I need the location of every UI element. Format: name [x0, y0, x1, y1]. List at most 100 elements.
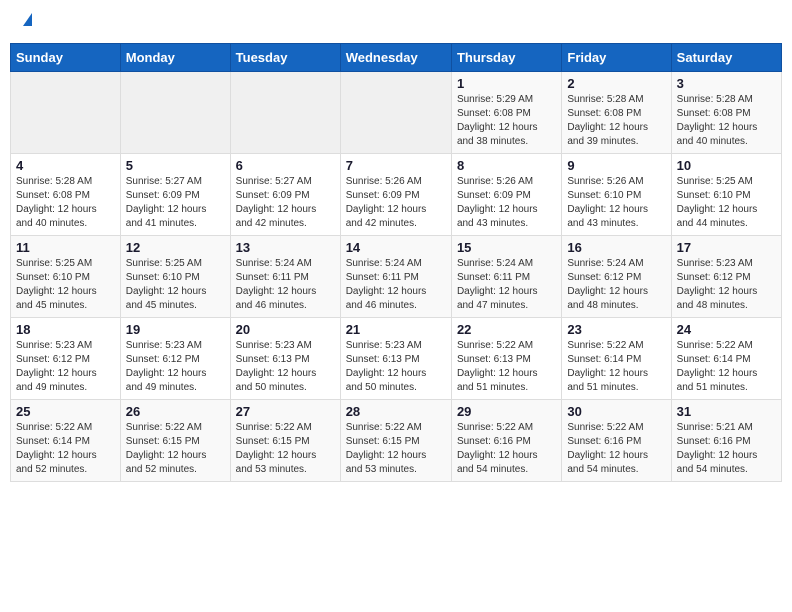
calendar-cell: 28 Sunrise: 5:22 AM Sunset: 6:15 PM Dayli…	[340, 400, 451, 482]
calendar-cell: 22 Sunrise: 5:22 AM Sunset: 6:13 PM Dayli…	[451, 318, 561, 400]
day-info: Sunrise: 5:24 AM Sunset: 6:11 PM Dayligh…	[457, 257, 556, 313]
calendar-week-row: 1 Sunrise: 5:29 AM Sunset: 6:08 PM Daylig…	[11, 72, 782, 154]
calendar-cell: 19 Sunrise: 5:23 AM Sunset: 6:12 PM Dayli…	[120, 318, 230, 400]
calendar-header-row: SundayMondayTuesdayWednesdayThursdayFrid…	[11, 44, 782, 72]
day-number: 19	[126, 322, 225, 337]
calendar-cell: 7Sunrise: 5:26 AM Sunset: 6:09 PM Daylig…	[340, 154, 451, 236]
day-info: Sunrise: 5:24 AM Sunset: 6:11 PM Dayligh…	[346, 257, 446, 313]
calendar-cell: 29Sunrise: 5:22 AM Sunset: 6:16 PM Dayli…	[451, 400, 561, 482]
logo	[20, 15, 32, 28]
weekday-header-wednesday: Wednesday	[340, 44, 451, 72]
calendar-cell: 18Sunrise: 5:23 AM Sunset: 6:12 PM Dayli…	[11, 318, 121, 400]
day-number: 11	[16, 240, 115, 255]
day-number: 31	[677, 404, 776, 419]
day-number: 24	[677, 322, 776, 337]
day-number: 12	[126, 240, 225, 255]
day-info: Sunrise: 5:22 AM Sunset: 6:15 PM Dayligh…	[346, 421, 446, 477]
day-info: Sunrise: 5:23 AM Sunset: 6:13 PM Dayligh…	[236, 339, 335, 395]
day-number: 30	[567, 404, 665, 419]
calendar-cell: 31Sunrise: 5:21 AM Sunset: 6:16 PM Dayli…	[671, 400, 781, 482]
day-info: Sunrise: 5:27 AM Sunset: 6:09 PM Dayligh…	[126, 175, 225, 231]
day-info: Sunrise: 5:25 AM Sunset: 6:10 PM Dayligh…	[677, 175, 776, 231]
calendar-cell: 10 Sunrise: 5:25 AM Sunset: 6:10 PM Dayli…	[671, 154, 781, 236]
calendar-week-row: 4 Sunrise: 5:28 AM Sunset: 6:08 PM Daylig…	[11, 154, 782, 236]
day-info: Sunrise: 5:27 AM Sunset: 6:09 PM Dayligh…	[236, 175, 335, 231]
day-info: Sunrise: 5:26 AM Sunset: 6:10 PM Dayligh…	[567, 175, 665, 231]
calendar-cell: 13Sunrise: 5:24 AM Sunset: 6:11 PM Dayli…	[230, 236, 340, 318]
weekday-header-thursday: Thursday	[451, 44, 561, 72]
day-info: Sunrise: 5:28 AM Sunset: 6:08 PM Dayligh…	[677, 93, 776, 149]
day-number: 18	[16, 322, 115, 337]
day-info: Sunrise: 5:25 AM Sunset: 6:10 PM Dayligh…	[126, 257, 225, 313]
day-number: 10	[677, 158, 776, 173]
calendar-cell: 27 Sunrise: 5:22 AM Sunset: 6:15 PM Dayli…	[230, 400, 340, 482]
day-info: Sunrise: 5:23 AM Sunset: 6:12 PM Dayligh…	[126, 339, 225, 395]
calendar-cell	[120, 72, 230, 154]
day-info: Sunrise: 5:22 AM Sunset: 6:15 PM Dayligh…	[126, 421, 225, 477]
day-info: Sunrise: 5:22 AM Sunset: 6:14 PM Dayligh…	[16, 421, 115, 477]
day-number: 17	[677, 240, 776, 255]
day-info: Sunrise: 5:25 AM Sunset: 6:10 PM Dayligh…	[16, 257, 115, 313]
day-info: Sunrise: 5:22 AM Sunset: 6:16 PM Dayligh…	[567, 421, 665, 477]
calendar-cell: 16 Sunrise: 5:24 AM Sunset: 6:12 PM Dayli…	[562, 236, 671, 318]
calendar-week-row: 18 Sunrise: 5:23 AM Sunset: 6:12 PM Dayli…	[11, 318, 782, 400]
day-info: Sunrise: 5:24 AM Sunset: 6:11 PM Dayligh…	[236, 257, 335, 313]
day-number: 25	[16, 404, 115, 419]
calendar-cell: 20Sunrise: 5:23 AM Sunset: 6:13 PM Dayli…	[230, 318, 340, 400]
day-info: Sunrise: 5:28 AM Sunset: 6:08 PM Dayligh…	[16, 175, 115, 231]
day-number: 27	[236, 404, 335, 419]
day-number: 28	[346, 404, 446, 419]
day-number: 21	[346, 322, 446, 337]
day-info: Sunrise: 5:26 AM Sunset: 6:09 PM Dayligh…	[457, 175, 556, 231]
page-header	[10, 10, 782, 33]
day-number: 15	[457, 240, 556, 255]
day-number: 7	[346, 158, 446, 173]
calendar-cell: 11 Sunrise: 5:25 AM Sunset: 6:10 PM Dayli…	[11, 236, 121, 318]
calendar-cell: 5Sunrise: 5:27 AM Sunset: 6:09 PM Daylig…	[120, 154, 230, 236]
day-number: 1	[457, 76, 556, 91]
weekday-header-monday: Monday	[120, 44, 230, 72]
calendar-cell: 12 Sunrise: 5:25 AM Sunset: 6:10 PM Dayli…	[120, 236, 230, 318]
calendar-table: SundayMondayTuesdayWednesdayThursdayFrid…	[10, 43, 782, 482]
day-number: 29	[457, 404, 556, 419]
day-info: Sunrise: 5:24 AM Sunset: 6:12 PM Dayligh…	[567, 257, 665, 313]
day-number: 23	[567, 322, 665, 337]
calendar-cell: 4 Sunrise: 5:28 AM Sunset: 6:08 PM Daylig…	[11, 154, 121, 236]
calendar-cell: 26Sunrise: 5:22 AM Sunset: 6:15 PM Dayli…	[120, 400, 230, 482]
calendar-cell: 24 Sunrise: 5:22 AM Sunset: 6:14 PM Dayli…	[671, 318, 781, 400]
day-info: Sunrise: 5:23 AM Sunset: 6:13 PM Dayligh…	[346, 339, 446, 395]
calendar-cell: 30 Sunrise: 5:22 AM Sunset: 6:16 PM Dayli…	[562, 400, 671, 482]
calendar-cell: 8 Sunrise: 5:26 AM Sunset: 6:09 PM Daylig…	[451, 154, 561, 236]
day-info: Sunrise: 5:22 AM Sunset: 6:14 PM Dayligh…	[677, 339, 776, 395]
day-number: 9	[567, 158, 665, 173]
day-number: 2	[567, 76, 665, 91]
calendar-cell: 23 Sunrise: 5:22 AM Sunset: 6:14 PM Dayli…	[562, 318, 671, 400]
calendar-cell: 9 Sunrise: 5:26 AM Sunset: 6:10 PM Daylig…	[562, 154, 671, 236]
day-number: 3	[677, 76, 776, 91]
day-number: 14	[346, 240, 446, 255]
calendar-cell: 15 Sunrise: 5:24 AM Sunset: 6:11 PM Dayli…	[451, 236, 561, 318]
calendar-cell: 14 Sunrise: 5:24 AM Sunset: 6:11 PM Dayli…	[340, 236, 451, 318]
calendar-cell: 3 Sunrise: 5:28 AM Sunset: 6:08 PM Daylig…	[671, 72, 781, 154]
day-info: Sunrise: 5:29 AM Sunset: 6:08 PM Dayligh…	[457, 93, 556, 149]
day-info: Sunrise: 5:22 AM Sunset: 6:15 PM Dayligh…	[236, 421, 335, 477]
day-info: Sunrise: 5:22 AM Sunset: 6:14 PM Dayligh…	[567, 339, 665, 395]
calendar-cell: 1 Sunrise: 5:29 AM Sunset: 6:08 PM Daylig…	[451, 72, 561, 154]
weekday-header-saturday: Saturday	[671, 44, 781, 72]
weekday-header-friday: Friday	[562, 44, 671, 72]
day-info: Sunrise: 5:23 AM Sunset: 6:12 PM Dayligh…	[677, 257, 776, 313]
calendar-cell: 25 Sunrise: 5:22 AM Sunset: 6:14 PM Dayli…	[11, 400, 121, 482]
day-info: Sunrise: 5:22 AM Sunset: 6:13 PM Dayligh…	[457, 339, 556, 395]
calendar-cell	[230, 72, 340, 154]
day-number: 22	[457, 322, 556, 337]
calendar-cell: 6 Sunrise: 5:27 AM Sunset: 6:09 PM Daylig…	[230, 154, 340, 236]
weekday-header-sunday: Sunday	[11, 44, 121, 72]
logo-triangle-icon	[23, 13, 32, 26]
calendar-cell: 21 Sunrise: 5:23 AM Sunset: 6:13 PM Dayli…	[340, 318, 451, 400]
day-number: 6	[236, 158, 335, 173]
day-number: 4	[16, 158, 115, 173]
calendar-cell: 2 Sunrise: 5:28 AM Sunset: 6:08 PM Daylig…	[562, 72, 671, 154]
day-number: 16	[567, 240, 665, 255]
day-info: Sunrise: 5:28 AM Sunset: 6:08 PM Dayligh…	[567, 93, 665, 149]
day-number: 8	[457, 158, 556, 173]
